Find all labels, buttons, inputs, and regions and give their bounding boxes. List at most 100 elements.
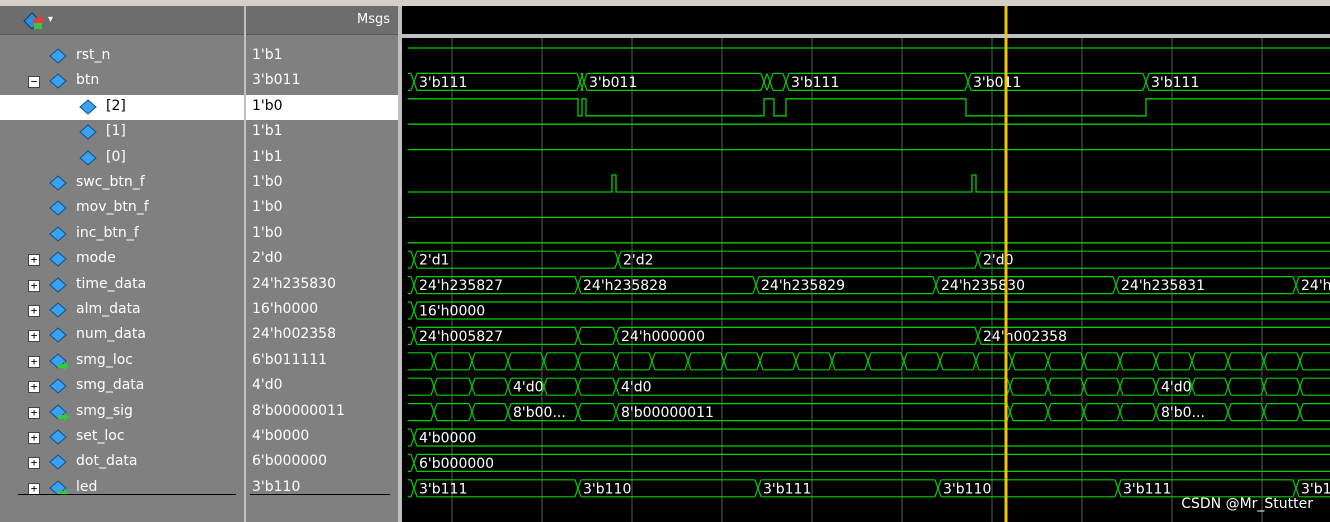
signal-value: 16'h0000 xyxy=(252,301,319,317)
value-row[interactable]: 1'b0 xyxy=(246,196,398,221)
bus-value-label: 3'b111 xyxy=(763,481,811,497)
expand-icon[interactable]: + xyxy=(28,355,40,368)
expand-icon[interactable]: + xyxy=(28,254,40,267)
bus-value-label: 8'b00000011 xyxy=(621,405,714,421)
signal-list: rst_n − btn [2] [1] [0] swc_btn_f mov_btn_f inc_… xyxy=(0,44,244,504)
signal-row[interactable]: + num_data xyxy=(18,323,244,348)
bit-waveform xyxy=(408,98,1330,117)
output-signal-icon xyxy=(48,403,70,421)
bus-value-label: 4'd0 xyxy=(621,380,652,396)
signal-row[interactable]: [1] xyxy=(18,120,244,145)
value-row[interactable]: 1'b1 xyxy=(246,146,398,171)
signal-value: 4'b0000 xyxy=(252,428,310,444)
signal-row[interactable]: inc_btn_f xyxy=(18,222,244,247)
signal-row[interactable]: + mode xyxy=(18,247,244,272)
signal-row[interactable]: mov_btn_f xyxy=(18,196,244,221)
expand-icon[interactable]: + xyxy=(28,305,40,317)
signal-row[interactable]: + dot_data xyxy=(18,450,244,475)
value-row[interactable]: 6'b000000 xyxy=(246,450,398,475)
bus-value-label: 24'h002358 xyxy=(983,329,1067,345)
bus-value-label: 24'h235830 xyxy=(941,278,1025,294)
signal-row[interactable]: swc_btn_f xyxy=(18,171,244,196)
signal-icon xyxy=(48,250,70,268)
signal-name: num_data xyxy=(76,326,146,343)
chevron-down-icon[interactable]: ▾ xyxy=(48,14,53,25)
value-row[interactable]: 24'h002358 xyxy=(246,323,398,348)
signal-row[interactable]: + time_data xyxy=(18,273,244,298)
waveform-canvas[interactable]: 3'b111 3'b011 3'b111 3'b011 3'b111 2'd1 2'd2 2'… xyxy=(402,6,1330,522)
value-row[interactable]: 3'b011 xyxy=(246,69,398,94)
signal-value: 24'h235830 xyxy=(252,275,336,292)
signal-icon xyxy=(78,123,100,141)
value-row[interactable]: 8'b00000011 xyxy=(246,400,398,425)
value-row[interactable]: 1'b0 xyxy=(246,171,398,196)
wave-window-icon[interactable] xyxy=(20,11,46,31)
signal-name: mode xyxy=(76,250,116,267)
signal-row[interactable]: + led xyxy=(18,476,244,501)
value-row[interactable]: 2'd0 xyxy=(246,247,398,272)
expand-icon[interactable]: + xyxy=(28,406,40,419)
signal-icon xyxy=(48,301,70,319)
bus-value-label: 3'b1 xyxy=(1301,481,1330,497)
value-list: 1'b1 3'b011 1'b0 1'b1 1'b1 1'b0 1'b0 1'b0 2'd0 24… xyxy=(246,44,398,504)
value-row[interactable]: 4'b0000 xyxy=(246,425,398,450)
value-row[interactable]: 1'b0 xyxy=(246,222,398,247)
signal-row[interactable]: [2] xyxy=(0,94,244,120)
signal-icon xyxy=(48,199,70,217)
signal-row[interactable]: − btn xyxy=(18,69,244,94)
signal-row[interactable]: + smg_data xyxy=(18,374,244,399)
signal-name: time_data xyxy=(76,275,147,292)
signal-row[interactable]: + set_loc xyxy=(18,425,244,450)
signal-value: 2'd0 xyxy=(252,250,283,267)
value-row[interactable]: 1'b1 xyxy=(246,120,398,145)
expand-icon[interactable]: + xyxy=(28,432,40,444)
signal-row[interactable]: + smg_loc xyxy=(18,349,244,374)
value-row[interactable]: 24'h235830 xyxy=(246,273,398,298)
signal-row[interactable]: + alm_data xyxy=(18,298,244,323)
value-row[interactable]: 16'h0000 xyxy=(246,298,398,323)
collapse-icon[interactable]: − xyxy=(28,76,40,89)
bus-value-label: 24'h235829 xyxy=(761,278,845,294)
expand-icon[interactable]: + xyxy=(28,482,40,495)
signal-row[interactable]: [0] xyxy=(18,146,244,171)
bus-value-label: 3'b111 xyxy=(1123,481,1171,497)
bus-value-label: 3'b110 xyxy=(583,481,631,497)
waveform-panel[interactable]: 3'b111 3'b011 3'b111 3'b011 3'b111 2'd1 2'd2 2'… xyxy=(402,6,1330,522)
signal-name: smg_sig xyxy=(76,402,133,419)
signal-value: 3'b110 xyxy=(252,478,301,495)
value-panel: Msgs 1'b1 3'b011 1'b0 1'b1 1'b1 1'b0 1'b0 1'b0 2… xyxy=(246,6,398,522)
signal-name: led xyxy=(76,478,98,495)
expand-icon[interactable]: + xyxy=(28,457,40,470)
signal-panel-header: ▾ xyxy=(0,6,244,35)
signal-icon xyxy=(48,377,70,395)
signal-value: 4'd0 xyxy=(252,377,283,394)
signal-name: set_loc xyxy=(76,428,125,444)
signal-name: [1] xyxy=(106,123,126,140)
signal-value: 1'b0 xyxy=(252,97,283,114)
value-row[interactable]: 6'b011111 xyxy=(246,349,398,374)
expand-icon[interactable]: + xyxy=(28,381,40,394)
value-row[interactable]: 1'b0 xyxy=(246,94,398,120)
signal-icon xyxy=(48,276,70,294)
value-row[interactable]: 1'b1 xyxy=(246,44,398,69)
expand-icon[interactable]: + xyxy=(28,330,40,343)
bus-value-label: 4'b0000 xyxy=(419,431,476,447)
signal-name-panel: ▾ rst_n − btn [2] [1] [0] swc_btn_f mov_btn_f in… xyxy=(0,6,244,522)
signal-name: [2] xyxy=(106,97,126,114)
bus-value-label: 24'h xyxy=(1301,278,1330,294)
divider xyxy=(18,494,236,495)
signal-row[interactable]: rst_n xyxy=(18,44,244,69)
watermark-text: CSDN @Mr_Stutter xyxy=(1181,496,1313,512)
signal-row[interactable]: + smg_sig xyxy=(18,400,244,425)
signal-name: swc_btn_f xyxy=(76,174,145,190)
bus-value-label: 24'h005827 xyxy=(419,329,503,345)
signal-name: alm_data xyxy=(76,301,141,317)
expand-icon[interactable]: + xyxy=(28,279,40,292)
bit-waveform xyxy=(408,174,1330,193)
value-row[interactable]: 3'b110 xyxy=(246,476,398,501)
signal-name: btn xyxy=(76,72,100,89)
value-row[interactable]: 4'd0 xyxy=(246,374,398,399)
signal-icon xyxy=(48,47,70,65)
bus-value-label: 4'd0 xyxy=(1161,380,1192,396)
signal-icon xyxy=(78,149,100,167)
